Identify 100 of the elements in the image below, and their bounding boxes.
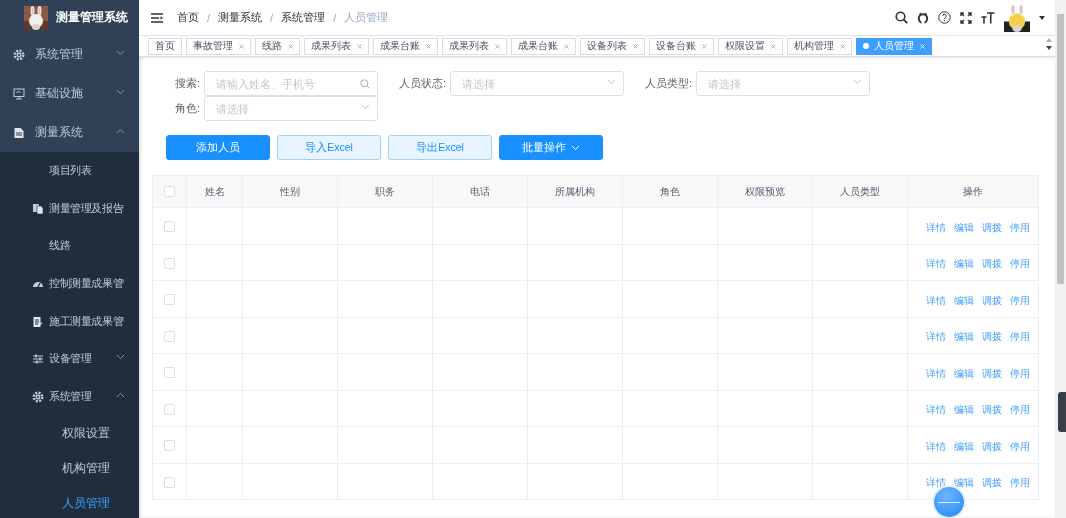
checkbox[interactable] bbox=[164, 294, 175, 305]
field-label: 搜索: bbox=[173, 76, 201, 91]
action-link[interactable]: 详情 bbox=[926, 367, 946, 379]
action-link[interactable]: 调拨 bbox=[982, 367, 1002, 379]
chevron-up-icon bbox=[116, 391, 125, 398]
button[interactable]: 导出Excel bbox=[388, 135, 492, 160]
action-link[interactable]: 详情 bbox=[926, 331, 946, 343]
close-icon[interactable] bbox=[564, 43, 569, 49]
sidebar-item[interactable]: 系统管理 bbox=[0, 35, 139, 74]
checkbox[interactable] bbox=[164, 403, 175, 415]
checkbox[interactable] bbox=[164, 257, 175, 269]
action-link[interactable]: 编辑 bbox=[954, 331, 974, 343]
action-link[interactable]: 编辑 bbox=[954, 367, 974, 379]
tab[interactable]: 机构管理 bbox=[787, 37, 852, 55]
close-icon[interactable] bbox=[357, 43, 362, 49]
action-link[interactable]: 编辑 bbox=[954, 294, 974, 306]
breadcrumb-item: 人员管理 bbox=[344, 10, 389, 25]
close-icon[interactable] bbox=[239, 43, 244, 49]
sidebar-item[interactable]: 基础设施 bbox=[0, 74, 139, 113]
action-link[interactable]: 详情 bbox=[926, 440, 946, 452]
checkbox[interactable] bbox=[164, 476, 175, 488]
action-link[interactable]: 停用 bbox=[1010, 477, 1030, 489]
action-link[interactable]: 调拨 bbox=[982, 294, 1002, 306]
font-size-icon[interactable] bbox=[981, 11, 995, 24]
scrollbar[interactable] bbox=[1055, 0, 1066, 518]
action-link[interactable]: 调拨 bbox=[982, 258, 1002, 270]
floating-action-button[interactable] bbox=[934, 487, 964, 517]
action-link[interactable]: 停用 bbox=[1010, 258, 1030, 270]
tab[interactable]: 首页 bbox=[148, 37, 182, 55]
search-icon[interactable] bbox=[895, 11, 908, 24]
button[interactable]: 导入Excel bbox=[277, 135, 381, 160]
checkbox[interactable] bbox=[164, 186, 175, 198]
column-header: 操作 bbox=[963, 185, 983, 197]
breadcrumb-separator: / bbox=[333, 11, 337, 24]
chevron-down-icon bbox=[116, 354, 125, 361]
action-link[interactable]: 停用 bbox=[1010, 367, 1030, 379]
scroll-up-icon[interactable] bbox=[1046, 38, 1052, 42]
sidebar-item[interactable]: 测量系统 bbox=[0, 113, 139, 152]
action-link[interactable]: 停用 bbox=[1010, 440, 1030, 452]
breadcrumb-item[interactable]: 测量系统 bbox=[218, 10, 263, 25]
close-icon[interactable] bbox=[840, 43, 845, 49]
action-link[interactable]: 停用 bbox=[1010, 331, 1030, 343]
column-header: 姓名 bbox=[204, 185, 225, 197]
action-link[interactable]: 详情 bbox=[926, 221, 946, 233]
checkbox[interactable] bbox=[164, 330, 175, 342]
action-link[interactable]: 停用 bbox=[1010, 404, 1030, 416]
checkbox[interactable] bbox=[164, 367, 175, 378]
app-title: 测量管理系统 bbox=[56, 9, 128, 26]
column-header: 职务 bbox=[375, 185, 395, 197]
chevron-down-icon bbox=[116, 316, 125, 323]
chevron-down-icon bbox=[116, 278, 125, 285]
action-link[interactable]: 调拨 bbox=[982, 221, 1002, 233]
tab[interactable]: 成果台账 bbox=[511, 37, 576, 55]
tab[interactable]: 设备列表 bbox=[580, 37, 645, 55]
close-icon[interactable] bbox=[633, 43, 638, 49]
scroll-down-icon[interactable] bbox=[1046, 46, 1052, 50]
action-link[interactable]: 编辑 bbox=[954, 404, 974, 416]
menu-icon[interactable] bbox=[151, 12, 163, 23]
action-link[interactable]: 编辑 bbox=[954, 440, 974, 452]
close-icon[interactable] bbox=[702, 43, 707, 49]
tab[interactable]: 线路 bbox=[255, 37, 300, 55]
button[interactable]: 添加人员 bbox=[166, 135, 270, 160]
tab[interactable]: 权限设置 bbox=[718, 37, 783, 55]
breadcrumb-separator: / bbox=[207, 11, 211, 24]
action-link[interactable]: 详情 bbox=[926, 404, 946, 416]
tab[interactable]: 设备台账 bbox=[649, 37, 714, 55]
caret-icon[interactable] bbox=[1039, 15, 1045, 20]
action-link[interactable]: 调拨 bbox=[982, 331, 1002, 343]
action-link[interactable]: 调拨 bbox=[982, 404, 1002, 416]
chevron-down-icon bbox=[116, 203, 125, 210]
tab[interactable]: 成果台账 bbox=[373, 37, 438, 55]
action-link[interactable]: 编辑 bbox=[954, 477, 974, 489]
column-header: 电话 bbox=[470, 185, 490, 197]
action-link[interactable]: 调拨 bbox=[982, 440, 1002, 452]
dropdown-button[interactable]: 批量操作 bbox=[499, 135, 603, 160]
close-icon[interactable] bbox=[771, 43, 776, 49]
tab[interactable]: 人员管理 bbox=[856, 37, 932, 55]
column-header: 性别 bbox=[280, 185, 300, 197]
action-link[interactable]: 详情 bbox=[926, 258, 946, 270]
breadcrumb-item[interactable]: 首页 bbox=[177, 10, 199, 25]
help-icon[interactable] bbox=[938, 11, 951, 24]
github-icon[interactable] bbox=[917, 11, 929, 24]
action-link[interactable]: 详情 bbox=[926, 294, 946, 306]
fullscreen-icon[interactable] bbox=[960, 11, 972, 24]
field-label: 人员状态: bbox=[397, 76, 447, 91]
tab[interactable]: 成果列表 bbox=[442, 37, 507, 55]
field-label: 人员类型: bbox=[643, 76, 693, 91]
checkbox[interactable] bbox=[164, 221, 175, 232]
action-link[interactable]: 编辑 bbox=[954, 221, 974, 233]
close-icon[interactable] bbox=[495, 43, 500, 49]
tab[interactable]: 成果列表 bbox=[304, 37, 369, 55]
checkbox[interactable] bbox=[164, 440, 175, 451]
action-link[interactable]: 调拨 bbox=[982, 477, 1002, 489]
action-link[interactable]: 停用 bbox=[1010, 294, 1030, 306]
tab[interactable]: 事故管理 bbox=[186, 37, 251, 55]
breadcrumb-item[interactable]: 系统管理 bbox=[281, 10, 326, 25]
close-icon[interactable] bbox=[288, 43, 293, 49]
close-icon[interactable] bbox=[426, 43, 431, 49]
action-link[interactable]: 停用 bbox=[1010, 221, 1030, 233]
action-link[interactable]: 编辑 bbox=[954, 258, 974, 270]
